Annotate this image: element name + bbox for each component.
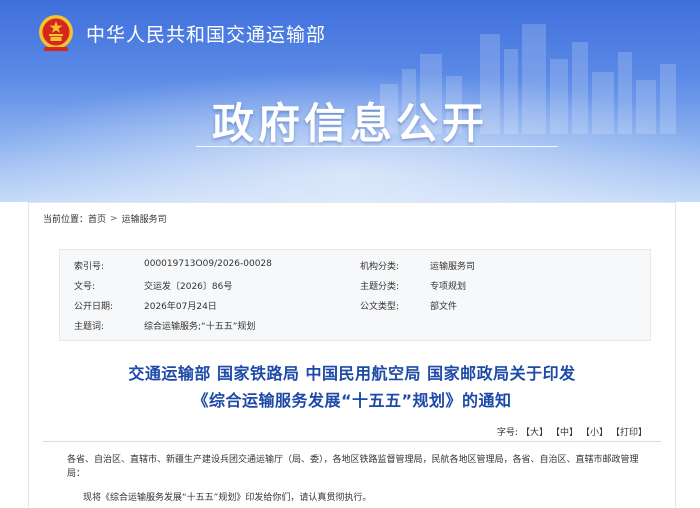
document-title-line-1: 交通运输部 国家铁路局 中国民用航空局 国家邮政局关于印发 xyxy=(128,364,576,383)
section-title: 政府信息公开 xyxy=(211,99,488,148)
breadcrumb-separator: > xyxy=(110,213,118,224)
meta-org-value: 运输服务司 xyxy=(430,262,476,272)
meta-date-value: 2026年07月24日 xyxy=(144,302,217,312)
main-content: 当前位置： 首页 > 运输服务司 索引号: 000019713O09/2026-… xyxy=(28,202,676,508)
meta-doc-no-label: 文号: xyxy=(74,282,96,292)
meta-type-label: 公文类型: xyxy=(360,302,400,312)
meta-keywords-label: 主题词: xyxy=(74,322,105,332)
font-size-label: 字号: xyxy=(496,428,518,438)
print-button[interactable]: 【打印】 xyxy=(611,425,647,438)
site-name[interactable]: 中华人民共和国交通运输部 xyxy=(86,20,326,47)
font-size-small-button[interactable]: 【小】 xyxy=(581,425,608,438)
meta-doc-no-value: 交运发〔2026〕86号 xyxy=(144,282,233,292)
content-divider xyxy=(43,441,661,442)
breadcrumb-section-link[interactable]: 运输服务司 xyxy=(122,212,167,225)
font-size-large-button[interactable]: 【大】 xyxy=(521,425,548,438)
document-title-line-2: 《综合运输服务发展“十五五”规划》的通知 xyxy=(192,391,512,410)
title-underline xyxy=(196,146,558,147)
meta-index-label: 索引号: xyxy=(74,262,105,272)
meta-keywords-value: 综合运输服务;“十五五”规划 xyxy=(144,322,256,332)
site-header: 中华人民共和国交通运输部 xyxy=(36,12,326,54)
meta-date-label: 公开日期: xyxy=(74,302,114,312)
meta-topic-value: 专项规划 xyxy=(430,282,467,292)
font-size-medium-button[interactable]: 【中】 xyxy=(551,425,578,438)
breadcrumb: 当前位置： 首页 > 运输服务司 xyxy=(43,212,167,226)
meta-type-value: 部文件 xyxy=(430,302,458,312)
meta-topic-label: 主题分类: xyxy=(360,282,400,292)
header-banner: 中华人民共和国交通运输部 政府信息公开 xyxy=(0,0,700,202)
document-body-paragraph: 现将《综合运输服务发展“十五五”规划》印发给你们，请认真贯彻执行。 xyxy=(83,493,372,503)
meta-index-value: 000019713O09/2026-00028 xyxy=(144,259,272,269)
breadcrumb-label: 当前位置： xyxy=(43,215,89,225)
document-metadata-table: 索引号: 000019713O09/2026-00028 机构分类: 运输服务司… xyxy=(59,249,651,341)
breadcrumb-home-link[interactable]: 首页 xyxy=(88,212,106,225)
font-size-controls: 字号: 【大】 【中】 【小】 【打印】 xyxy=(497,425,647,438)
meta-org-label: 机构分类: xyxy=(360,262,400,272)
document-recipients: 各省、自治区、直辖市、新疆生产建设兵团交通运输厅（局、委），各地区铁路监督管理局… xyxy=(67,455,639,479)
national-emblem-icon[interactable] xyxy=(36,13,76,53)
